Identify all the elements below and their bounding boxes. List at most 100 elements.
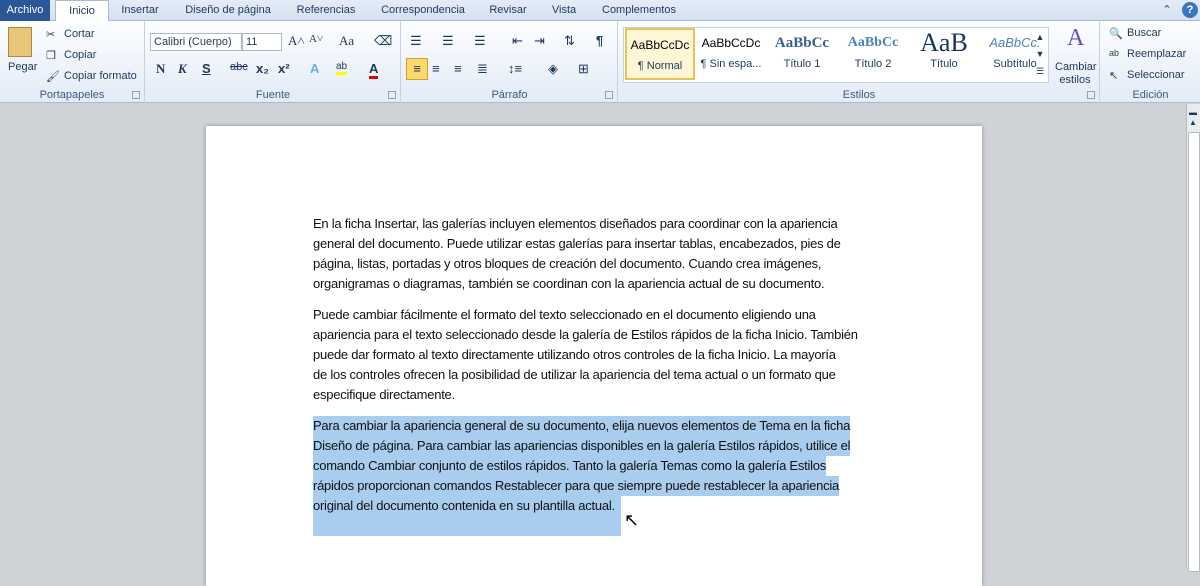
paragraph-3-selected[interactable]: Para cambiar la apariencia general de su…: [313, 416, 850, 536]
tab-diseno-pagina[interactable]: Diseño de página: [176, 0, 280, 21]
style-titulo-2[interactable]: AaBbCc Título 2: [838, 28, 908, 80]
tab-archivo[interactable]: Archivo: [0, 0, 50, 21]
scroll-up-icon[interactable]: ▲: [1189, 118, 1197, 127]
style-normal[interactable]: AaBbCcDc ¶ Normal: [625, 28, 695, 80]
style-titulo[interactable]: AaB Título: [909, 28, 979, 80]
select-icon: ↖: [1109, 70, 1119, 82]
tab-inicio[interactable]: Inicio: [55, 0, 109, 22]
highlight-icon[interactable]: ab: [336, 61, 348, 75]
shading-icon[interactable]: ◈: [548, 61, 558, 77]
selected-text-line: comando Cambiar conjunto de estilos rápi…: [313, 456, 826, 476]
text-line: especifique directamente.: [313, 387, 455, 402]
paste-icon[interactable]: [8, 27, 32, 57]
select-button[interactable]: Seleccionar: [1127, 69, 1184, 81]
tab-referencias[interactable]: Referencias: [288, 0, 364, 21]
vertical-scrollbar[interactable]: ▬ ▲: [1186, 104, 1200, 572]
decrease-indent-icon[interactable]: ⇤: [512, 33, 523, 49]
font-size-select[interactable]: 11: [242, 33, 282, 51]
shrink-font-icon[interactable]: A˅: [309, 33, 323, 45]
text-line: puede dar formato al texto directamente …: [313, 347, 836, 362]
replace-button[interactable]: Reemplazar: [1127, 48, 1186, 60]
tab-insertar[interactable]: Insertar: [112, 0, 168, 21]
tab-correspondencia[interactable]: Correspondencia: [372, 0, 474, 21]
group-estilos: AaBbCcDc ¶ Normal AaBbCcDc ¶ Sin espa... A…: [619, 21, 1100, 103]
find-button[interactable]: Buscar: [1127, 27, 1161, 39]
font-name-select[interactable]: Calibri (Cuerpo): [150, 33, 242, 51]
scrollbar-thumb[interactable]: [1188, 132, 1200, 572]
tab-vista[interactable]: Vista: [542, 0, 586, 21]
group-fuente: Calibri (Cuerpo) 11 A˄ A˅ Aa ⌫ N K S abc…: [146, 21, 401, 103]
sort-icon[interactable]: ⇅: [564, 33, 575, 49]
paragraph-2[interactable]: Puede cambiar fácilmente el formato del …: [313, 305, 858, 405]
numbering-icon[interactable]: ☰: [442, 33, 454, 49]
underline-button[interactable]: S: [202, 61, 211, 76]
paste-button[interactable]: Pegar: [8, 61, 37, 73]
minimize-ribbon-icon[interactable]: ⌃: [1160, 0, 1174, 21]
help-icon[interactable]: ?: [1182, 2, 1198, 18]
grow-font-icon[interactable]: A˄: [288, 33, 305, 49]
group-label: Estilos: [842, 89, 876, 101]
format-painter-button[interactable]: Copiar formato: [64, 70, 137, 82]
text-effects-icon[interactable]: A: [310, 61, 319, 76]
text-line: de los controles ofrecen la posibilidad …: [313, 367, 836, 382]
text-line: Puede cambiar fácilmente el formato del …: [313, 307, 816, 322]
justify-icon[interactable]: ≣: [477, 61, 488, 77]
group-edicion: 🔍 Buscar ab Reemplazar ↖ Seleccionar Edi…: [1101, 21, 1200, 103]
document-area: En la ficha Insertar, las galerías inclu…: [0, 104, 1186, 586]
group-label: Párrafo: [491, 89, 528, 101]
show-formatting-button[interactable]: ¶: [596, 33, 603, 48]
italic-button[interactable]: K: [178, 61, 187, 77]
superscript-icon[interactable]: x²: [278, 61, 290, 76]
clear-format-icon[interactable]: ⌫: [374, 33, 392, 49]
cut-button[interactable]: Cortar: [64, 28, 95, 40]
selected-text-line: rápidos proporcionan comandos Restablece…: [313, 476, 839, 496]
align-right-icon[interactable]: ≡: [454, 61, 462, 76]
text-line: apariencia para el texto seleccionado de…: [313, 327, 858, 342]
text-line: En la ficha Insertar, las galerías inclu…: [313, 216, 838, 231]
copy-icon: ❐: [46, 50, 56, 62]
bullets-icon[interactable]: ☰: [410, 33, 422, 49]
paragraph-1[interactable]: En la ficha Insertar, las galerías inclu…: [313, 214, 841, 294]
group-label: Edición: [1132, 89, 1169, 101]
selected-text-line: original del documento contenida en su p…: [313, 496, 621, 536]
group-parrafo: ☰ ☰ ☰ ⇤ ⇥ ⇅ ¶ ≡ ≡ ≡ ≣ ↕≡ ◈ ⊞ Párrafo: [402, 21, 618, 103]
group-label: Fuente: [255, 89, 291, 101]
change-styles-button[interactable]: Cambiar estilos: [1055, 61, 1097, 87]
increase-indent-icon[interactable]: ⇥: [534, 33, 545, 49]
text-line: organigramas o diagramas, también se coo…: [313, 276, 825, 291]
dialog-launcher-icon[interactable]: [388, 91, 396, 99]
group-label: Portapapeles: [39, 89, 105, 101]
strikethrough-icon[interactable]: abc: [230, 61, 248, 73]
dialog-launcher-icon[interactable]: [605, 91, 613, 99]
gallery-scroll-icon[interactable]: ▲ ▼ ☰: [1033, 29, 1047, 81]
text-line: general del documento. Puede utilizar es…: [313, 236, 841, 251]
replace-icon: ab: [1109, 48, 1120, 58]
format-painter-icon: 🖌: [46, 71, 60, 83]
change-styles-icon: A: [1067, 25, 1085, 51]
change-case-button[interactable]: Aa: [339, 33, 354, 49]
align-center-icon[interactable]: ≡: [432, 61, 440, 76]
line-spacing-icon[interactable]: ↕≡: [508, 61, 522, 76]
split-handle-icon[interactable]: ▬: [1189, 108, 1197, 117]
ribbon-tabs: Archivo Inicio Insertar Diseño de página…: [0, 0, 1200, 22]
tab-complementos[interactable]: Complementos: [594, 0, 684, 21]
subscript-icon[interactable]: x₂: [256, 61, 269, 76]
mouse-cursor-icon: ↖: [624, 510, 640, 530]
ribbon: Pegar ✂ Cortar ❐ Copiar 🖌 Copiar formato…: [0, 21, 1200, 103]
text-line: página, listas, portadas y otros bloques…: [313, 256, 822, 271]
tab-revisar[interactable]: Revisar: [482, 0, 534, 21]
style-sin-espaciado[interactable]: AaBbCcDc ¶ Sin espa...: [696, 28, 766, 80]
document-page[interactable]: En la ficha Insertar, las galerías inclu…: [206, 126, 982, 586]
dialog-launcher-icon[interactable]: [132, 91, 140, 99]
align-left-icon[interactable]: ≡: [406, 58, 428, 80]
font-color-icon[interactable]: A: [369, 61, 379, 79]
cut-icon: ✂: [46, 29, 56, 41]
bold-button[interactable]: N: [156, 61, 165, 77]
find-icon: 🔍: [1109, 28, 1123, 40]
multilevel-list-icon[interactable]: ☰: [474, 33, 486, 49]
style-titulo-1[interactable]: AaBbCc Título 1: [767, 28, 837, 80]
selected-text-line: Para cambiar la apariencia general de su…: [313, 416, 850, 436]
dialog-launcher-icon[interactable]: [1087, 91, 1095, 99]
borders-icon[interactable]: ⊞: [578, 61, 589, 77]
copy-button[interactable]: Copiar: [64, 49, 96, 61]
